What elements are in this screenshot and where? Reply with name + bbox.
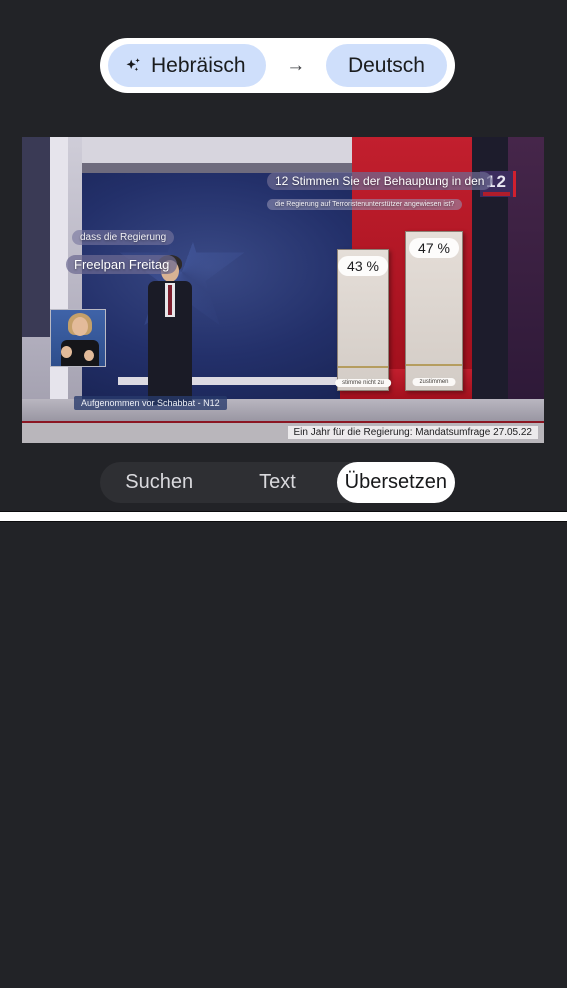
news-ticker-text: Ein Jahr für die Regierung: Mandatsumfra… — [287, 426, 538, 439]
channel-logo-underline — [483, 192, 510, 196]
app-screen: Hebräisch → Deutsch 43 % stimme nicht zu… — [0, 0, 567, 988]
sign-language-inset — [50, 309, 106, 367]
overlay-question-line-1: 12 Stimmen Sie der Behauptung in den — [267, 172, 493, 190]
translation-panel-bottom: Hebräisch → Deutsch — [0, 522, 567, 988]
panel-separator — [0, 511, 567, 522]
source-language-chip[interactable]: Hebräisch — [108, 44, 266, 87]
source-language-label: Hebräisch — [151, 53, 246, 77]
target-language-label: Deutsch — [347, 53, 425, 77]
overlay-side-note-2: Freelpan Freitag — [66, 255, 178, 274]
news-ticker: Ein Jahr für die Regierung: Mandatsumfra… — [22, 421, 544, 443]
tab-suchen[interactable]: Suchen — [100, 462, 218, 503]
camera-preview[interactable]: 43 % stimme nicht zu 47 % zustimmen 12 1… — [22, 137, 544, 443]
bar-value-agree: 47 % — [409, 238, 459, 258]
overlay-side-note-1: dass die Regierung — [72, 230, 175, 245]
bar-label-disagree: stimme nicht zu — [335, 379, 391, 387]
bar-value-disagree: 43 % — [338, 256, 388, 276]
overlay-question-line-2: die Regierung auf Terroristenunterstütze… — [267, 199, 463, 210]
tab-text[interactable]: Text — [218, 462, 336, 503]
bar-agree: 47 % zustimmen — [405, 231, 463, 391]
poll-bar-chart: 43 % stimme nicht zu 47 % zustimmen — [327, 217, 517, 397]
language-selector-bar: Hebräisch → Deutsch — [100, 38, 455, 93]
bar-label-agree: zustimmen — [412, 378, 456, 386]
sparkle-icon — [124, 56, 144, 76]
mode-tab-bar: Suchen Text Übersetzen — [100, 462, 455, 503]
target-language-chip[interactable]: Deutsch — [325, 44, 447, 87]
translation-panel-top: Hebräisch → Deutsch 43 % stimme nicht zu… — [0, 0, 567, 511]
video-caption: Aufgenommen vor Schabbat - N12 — [74, 396, 227, 410]
presenter — [140, 255, 200, 405]
arrow-right-icon: → — [286, 54, 306, 76]
bar-disagree: 43 % stimme nicht zu — [335, 249, 391, 391]
tab-uebersetzen[interactable]: Übersetzen — [336, 462, 455, 503]
